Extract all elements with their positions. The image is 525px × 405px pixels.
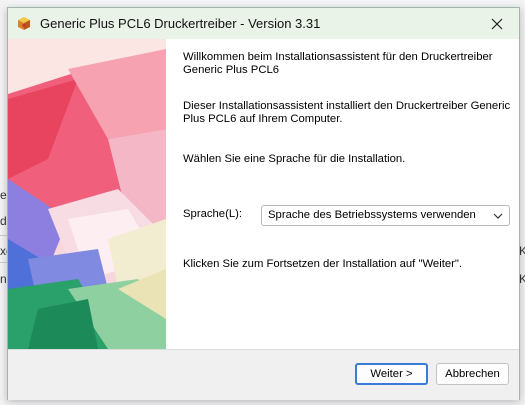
background-text-fragment: d xyxy=(0,214,7,228)
description-text: Dieser Installationsassistent installier… xyxy=(183,100,511,125)
next-button[interactable]: Weiter > xyxy=(355,363,428,385)
wizard-side-banner xyxy=(8,39,166,349)
title-bar[interactable]: Generic Plus PCL6 Druckertreiber - Versi… xyxy=(8,8,519,39)
language-selected-value: Sprache des Betriebssystems verwenden xyxy=(268,209,476,221)
close-button[interactable] xyxy=(475,8,519,39)
welcome-heading: Willkommen beim Installationsassistent f… xyxy=(183,51,493,76)
window-title: Generic Plus PCL6 Druckertreiber - Versi… xyxy=(40,16,321,31)
button-bar: Weiter > Abbrechen xyxy=(8,349,519,400)
language-label: Sprache(L): xyxy=(183,208,243,220)
installer-box-icon xyxy=(16,15,32,31)
close-icon xyxy=(491,18,503,29)
cancel-button[interactable]: Abbrechen xyxy=(436,363,509,385)
background-text-fragment: e xyxy=(0,188,7,202)
installer-dialog: Generic Plus PCL6 Druckertreiber - Versi… xyxy=(7,7,520,400)
continue-hint: Klicken Sie zum Fortsetzen der Installat… xyxy=(183,258,463,270)
wizard-content: Willkommen beim Installationsassistent f… xyxy=(166,39,519,349)
language-dropdown[interactable]: Sprache des Betriebssystems verwenden xyxy=(261,205,510,226)
language-instruction: Wählen Sie eine Sprache für die Installa… xyxy=(183,153,406,165)
chevron-down-icon xyxy=(493,213,503,219)
